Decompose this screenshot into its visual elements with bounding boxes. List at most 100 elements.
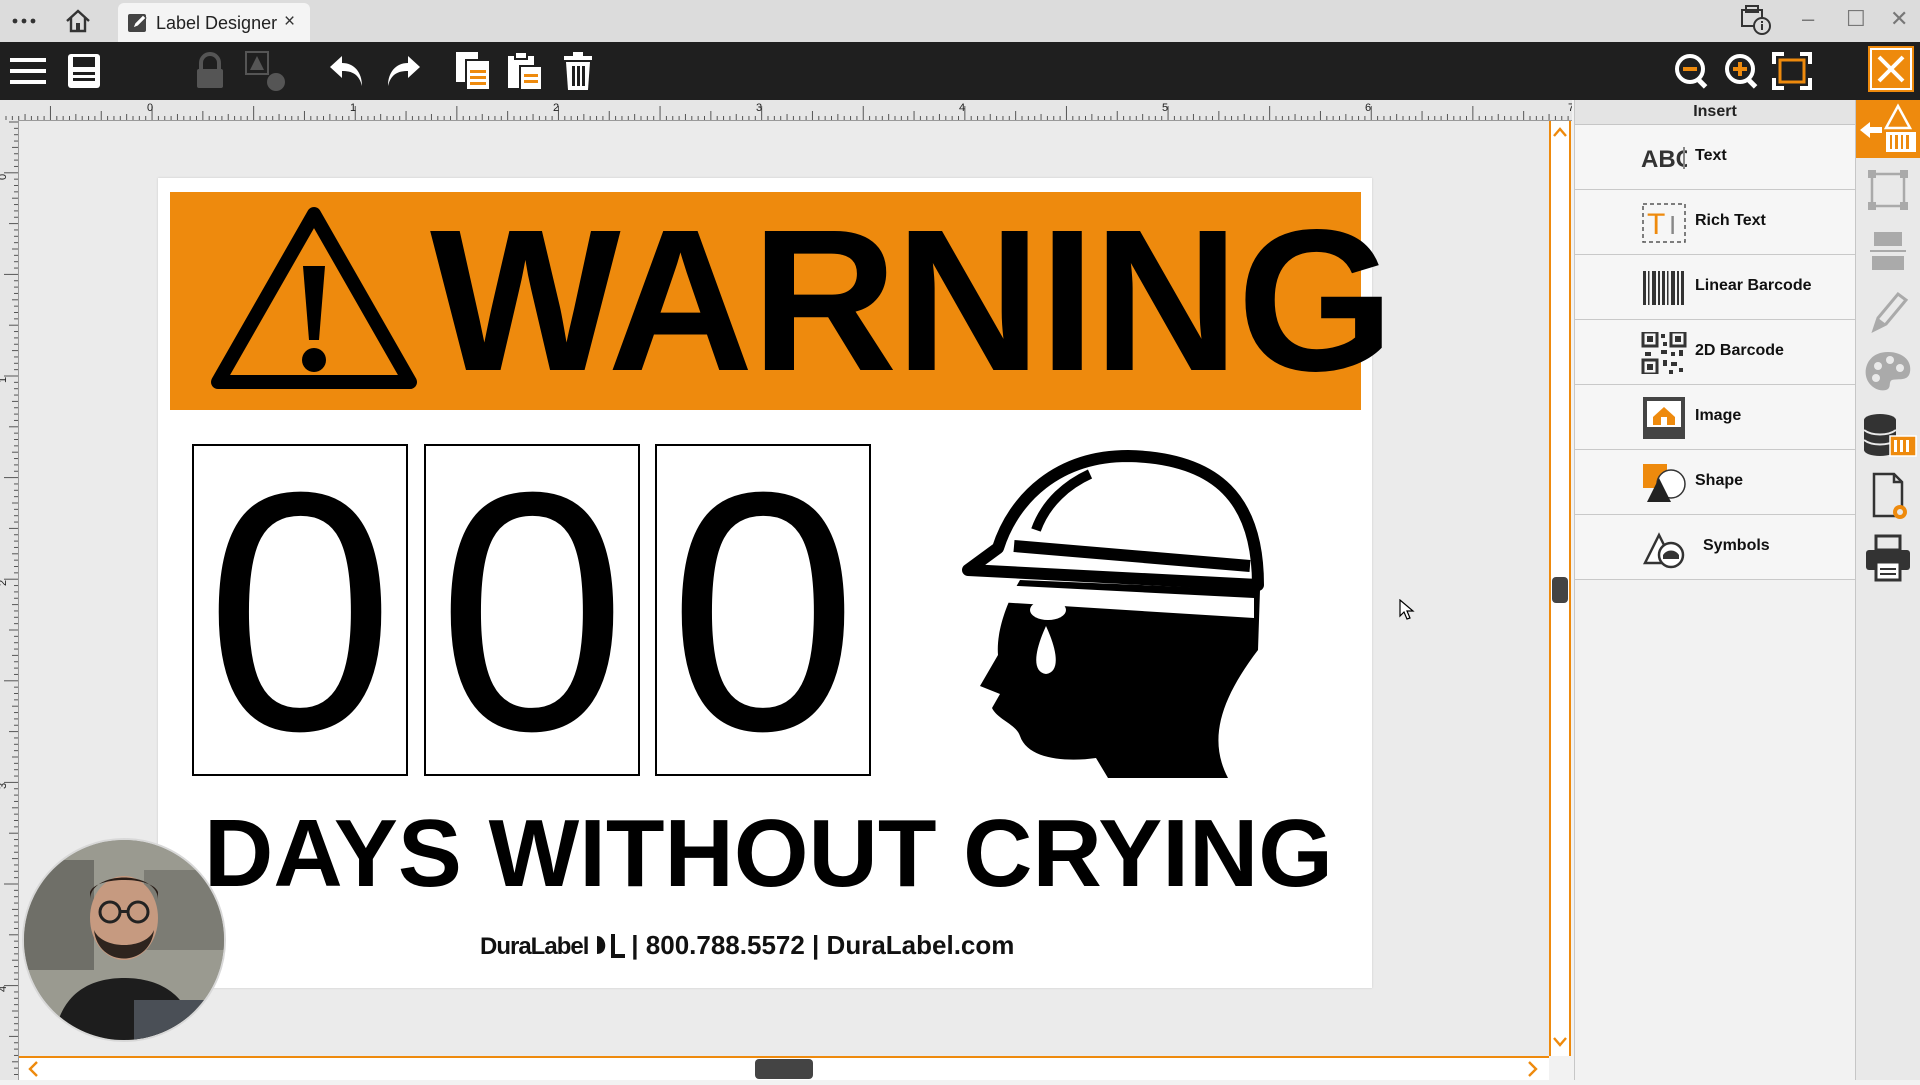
tab-close-button[interactable]: × (284, 11, 295, 33)
lock-icon (197, 52, 223, 88)
ruler-number: 0 (0, 174, 9, 180)
ruler-number: 2 (553, 102, 559, 114)
day-counter-digit-2[interactable]: 0 (424, 444, 640, 776)
fit-screen-icon (1772, 52, 1812, 90)
ruler-horizontal: 0 1 2 3 4 5 6 7 (0, 100, 1574, 121)
svg-text:ABC: ABC (1641, 146, 1687, 173)
insert-rich-text-button[interactable]: T I Rich Text (1575, 190, 1855, 255)
insert-item-label: Linear Barcode (1695, 277, 1812, 294)
document-settings-icon (1872, 472, 1907, 519)
insert-panel-title: Insert (1575, 100, 1855, 125)
insert-item-label: Shape (1695, 472, 1744, 489)
day-counter-digit-1[interactable]: 0 (192, 444, 408, 776)
paste-icon (508, 51, 543, 91)
insert-item-label: 2D Barcode (1695, 342, 1784, 359)
insert-shape-button[interactable]: Shape (1575, 450, 1855, 515)
rail-database-button[interactable] (1856, 406, 1920, 464)
maximize-button[interactable]: ☐ (1846, 6, 1866, 32)
insert-text-button[interactable]: ABC Text (1575, 125, 1855, 190)
digit-value: 0 (437, 444, 627, 776)
rail-document-settings-button[interactable] (1856, 468, 1920, 526)
save-icon (68, 54, 100, 88)
close-icon (1870, 48, 1912, 90)
copy-button[interactable] (452, 50, 496, 92)
fit-to-screen-button[interactable] (1770, 50, 1814, 92)
arrange-button[interactable] (244, 50, 288, 92)
brand-name: DuraLabel (480, 933, 589, 960)
horizontal-scrollbar[interactable] (19, 1056, 1549, 1080)
title-bar: Label Designer × – ☐ ✕ (0, 0, 1920, 43)
edit-document-icon (128, 14, 147, 32)
redo-button[interactable] (380, 50, 424, 92)
zoom-out-icon (1675, 54, 1708, 89)
undo-icon (330, 56, 362, 86)
copy-icon (456, 52, 491, 91)
insert-item-label: Rich Text (1695, 212, 1766, 229)
insert-linear-barcode-button[interactable]: Linear Barcode (1575, 255, 1855, 320)
menu-button[interactable] (6, 50, 50, 92)
design-canvas[interactable]: WARNING 0 0 0 DAYS WITHOUT CRYING DuraLa… (19, 121, 1549, 1056)
label-sheet[interactable]: WARNING 0 0 0 DAYS WITHOUT CRYING DuraLa… (158, 178, 1394, 988)
window-close-button[interactable]: ✕ (1890, 6, 1908, 32)
menu-icon (10, 58, 46, 84)
insert-2d-barcode-button[interactable]: 2D Barcode (1575, 320, 1855, 385)
printer-info-icon[interactable] (1738, 4, 1772, 36)
ruler-number: 1 (350, 102, 356, 114)
save-button[interactable] (62, 50, 106, 92)
zoom-out-button[interactable] (1670, 50, 1714, 92)
arrange-icon (245, 51, 285, 91)
warning-heading: WARNING (430, 187, 1394, 413)
lock-button[interactable] (188, 50, 232, 92)
delete-button[interactable] (556, 50, 600, 92)
ruler-number: 0 (147, 102, 153, 114)
day-counter-digit-3[interactable]: 0 (655, 444, 871, 776)
vertical-scroll-thumb[interactable] (1552, 577, 1568, 603)
vertical-scrollbar[interactable] (1549, 121, 1571, 1056)
close-designer-button[interactable] (1868, 46, 1914, 92)
scroll-right-icon[interactable] (1521, 1058, 1543, 1080)
paste-button[interactable] (504, 50, 548, 92)
database-icon (1863, 414, 1917, 457)
ruler-number: 4 (959, 102, 965, 114)
tab-label-designer[interactable]: Label Designer × (118, 3, 310, 42)
right-tool-rail (1855, 100, 1920, 1080)
rail-edit-button[interactable] (1856, 284, 1920, 342)
svg-text:T: T (1647, 208, 1665, 241)
rich-text-icon: T I (1642, 203, 1686, 243)
contact-info: | 800.788.5572 | DuraLabel.com (631, 930, 1015, 960)
palette-icon (1865, 352, 1911, 391)
ruler-number: 4 (0, 986, 9, 992)
rail-transform-button[interactable] (1856, 162, 1920, 220)
zoom-in-button[interactable] (1720, 50, 1764, 92)
days-without-caption[interactable]: DAYS WITHOUT CRYING (204, 804, 1344, 904)
scroll-up-icon[interactable] (1551, 121, 1569, 143)
rail-color-button[interactable] (1856, 344, 1920, 402)
more-options-icon[interactable] (10, 8, 38, 34)
ruler-number: 6 (1365, 102, 1371, 114)
transform-icon (1868, 170, 1908, 210)
rail-print-button[interactable] (1856, 530, 1920, 588)
minimize-button[interactable]: – (1802, 6, 1814, 32)
insert-objects-icon (1860, 103, 1916, 152)
ruler-number: 7 (1568, 102, 1572, 114)
ruler-number: 2 (0, 580, 9, 586)
svg-text:I: I (1669, 210, 1676, 240)
rail-align-button[interactable] (1856, 222, 1920, 280)
abc-text-icon: ABC (1641, 146, 1687, 173)
warning-banner[interactable]: WARNING (170, 192, 1394, 410)
scroll-down-icon[interactable] (1551, 1031, 1569, 1053)
scroll-left-icon[interactable] (23, 1058, 45, 1080)
printer-icon (1866, 534, 1910, 582)
duralabel-logo-icon (596, 934, 625, 958)
home-icon[interactable] (64, 8, 92, 34)
ruler-number: 3 (756, 102, 762, 114)
tab-title: Label Designer (156, 13, 278, 33)
insert-symbols-button[interactable]: Symbols (1575, 515, 1855, 580)
undo-button[interactable] (326, 50, 370, 92)
rail-insert-button[interactable] (1856, 100, 1920, 158)
label-footer[interactable]: DuraLabel | 800.788.5572 | DuraLabel.com (480, 930, 1014, 970)
crying-worker-hardhat-icon[interactable] (958, 440, 1298, 780)
digit-value: 0 (205, 444, 395, 776)
horizontal-scroll-thumb[interactable] (755, 1059, 813, 1079)
insert-image-button[interactable]: Image (1575, 385, 1855, 450)
